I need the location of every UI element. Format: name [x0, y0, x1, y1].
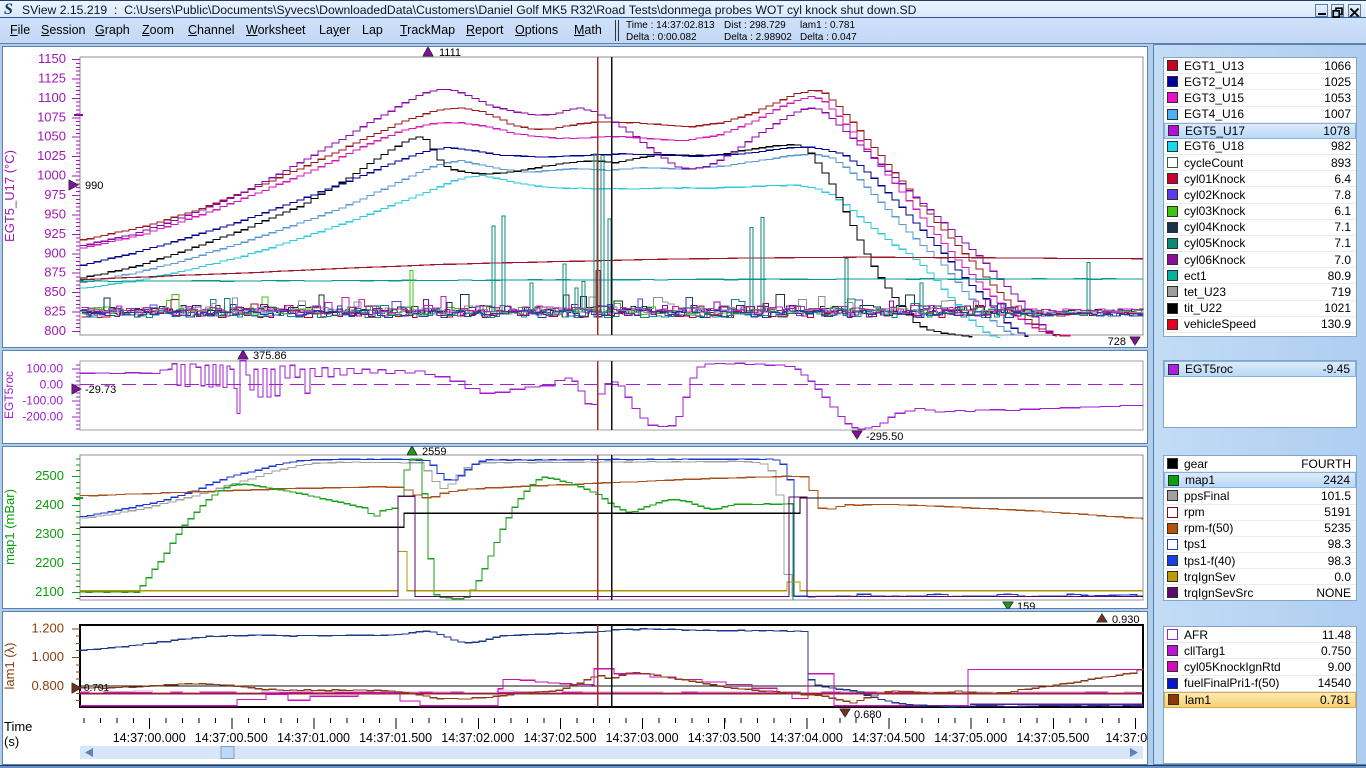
svg-text:825: 825 — [44, 304, 66, 319]
svg-text:-29.73: -29.73 — [85, 384, 116, 396]
svg-text:14:37:04.000: 14:37:04.000 — [770, 731, 843, 745]
svg-text:1025: 1025 — [37, 148, 66, 163]
svg-text:1111: 1111 — [439, 47, 461, 59]
svg-text:14:37:04.500: 14:37:04.500 — [852, 731, 925, 745]
svg-text:0.930: 0.930 — [1112, 614, 1140, 626]
svg-text:875: 875 — [44, 265, 66, 280]
svg-text:1150: 1150 — [38, 51, 66, 66]
svg-text:2400: 2400 — [35, 497, 64, 512]
svg-text:925: 925 — [44, 226, 66, 241]
svg-text:159: 159 — [1017, 601, 1035, 609]
svg-text:1.200: 1.200 — [31, 621, 64, 636]
svg-text:14:37:01.500: 14:37:01.500 — [359, 731, 432, 745]
svg-text:14:37:00.000: 14:37:00.000 — [113, 731, 186, 745]
svg-text:1000: 1000 — [37, 168, 66, 183]
svg-text:728: 728 — [1108, 336, 1126, 348]
svg-text:2559: 2559 — [422, 446, 446, 458]
svg-text:800: 800 — [44, 323, 66, 338]
svg-text:1050: 1050 — [37, 129, 66, 144]
svg-text:14:37:00.500: 14:37:00.500 — [195, 731, 268, 745]
svg-text:2100: 2100 — [35, 584, 64, 599]
svg-text:1.000: 1.000 — [31, 649, 64, 664]
svg-text:14:37:02.000: 14:37:02.000 — [441, 731, 514, 745]
svg-text:900: 900 — [44, 245, 66, 260]
svg-text:2300: 2300 — [35, 526, 64, 541]
svg-text:975: 975 — [44, 187, 66, 202]
svg-text:990: 990 — [85, 180, 103, 192]
svg-text:0.800: 0.800 — [31, 678, 64, 693]
svg-text:14:37:03.500: 14:37:03.500 — [688, 731, 761, 745]
svg-text:2200: 2200 — [35, 555, 64, 570]
svg-text:14:37:06.0: 14:37:06.0 — [1105, 731, 1148, 745]
svg-text:14:37:02.500: 14:37:02.500 — [524, 731, 597, 745]
svg-text:950: 950 — [44, 206, 66, 221]
svg-text:14:37:05.500: 14:37:05.500 — [1016, 731, 1089, 745]
svg-text:375.86: 375.86 — [253, 350, 287, 362]
svg-text:0.701: 0.701 — [84, 683, 109, 694]
svg-text:100.00: 100.00 — [26, 362, 63, 376]
svg-text:-200.00: -200.00 — [22, 410, 63, 424]
svg-text:1125: 1125 — [38, 70, 66, 85]
svg-text:2500: 2500 — [35, 468, 64, 483]
svg-text:1075: 1075 — [37, 109, 66, 124]
svg-text:0.680: 0.680 — [854, 709, 882, 721]
svg-text:14:37:05.000: 14:37:05.000 — [934, 731, 1007, 745]
svg-text:-100.00: -100.00 — [22, 394, 63, 408]
svg-text:1100: 1100 — [38, 90, 66, 105]
svg-text:0.00: 0.00 — [40, 378, 64, 392]
svg-text:-295.50: -295.50 — [866, 431, 903, 443]
svg-text:14:37:03.000: 14:37:03.000 — [606, 731, 679, 745]
svg-text:14:37:01.000: 14:37:01.000 — [277, 731, 350, 745]
svg-text:850: 850 — [44, 284, 66, 299]
